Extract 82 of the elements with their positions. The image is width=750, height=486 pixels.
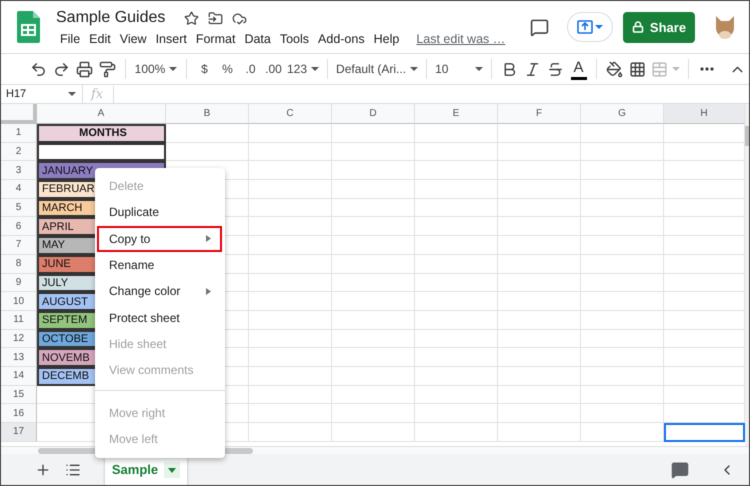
column-header[interactable]: E — [415, 104, 498, 124]
name-box[interactable]: H17 — [1, 85, 83, 103]
merge-icon — [651, 60, 668, 78]
caret-icon — [164, 462, 180, 478]
row-header[interactable]: 11 — [1, 310, 37, 330]
row-header[interactable]: 12 — [1, 330, 37, 348]
row-header[interactable]: 4 — [1, 180, 37, 199]
column-header[interactable]: D — [332, 104, 415, 124]
menu-item[interactable]: File — [56, 32, 86, 46]
last-edit-link[interactable]: Last edit was … — [416, 32, 506, 46]
row-header[interactable]: 7 — [1, 236, 37, 255]
comments-icon[interactable] — [530, 18, 549, 36]
add-sheet-button[interactable] — [35, 462, 51, 478]
column-header[interactable]: G — [581, 104, 664, 124]
folder-icon[interactable] — [208, 10, 224, 26]
paint-bucket-icon — [606, 60, 624, 78]
row-header[interactable]: 14 — [1, 366, 37, 386]
selected-cell[interactable] — [664, 423, 745, 442]
present-icon — [577, 20, 593, 34]
column-header[interactable]: H — [664, 104, 745, 124]
document-title[interactable]: Sample Guides — [56, 9, 166, 27]
caret-icon — [672, 67, 680, 71]
font-dropdown[interactable]: Default (Ari... — [334, 56, 420, 82]
decrease-decimal-button[interactable]: .0 — [239, 56, 262, 82]
row-header[interactable]: 3 — [1, 161, 37, 180]
row-header[interactable]: 10 — [1, 292, 37, 311]
caret-icon — [169, 67, 178, 71]
row-header[interactable]: 5 — [1, 198, 37, 218]
caret-icon — [410, 67, 418, 71]
row-header[interactable]: 8 — [1, 254, 37, 274]
row-header[interactable]: 15 — [1, 386, 37, 404]
grid-icon — [629, 60, 646, 78]
scrollbar-thumb[interactable] — [745, 126, 749, 146]
strikethrough-icon — [547, 60, 564, 78]
sheets-logo[interactable] — [17, 11, 40, 43]
list-icon — [65, 462, 81, 478]
font-size-dropdown[interactable]: 10 — [433, 56, 486, 82]
menu-item[interactable]: Edit — [85, 32, 116, 46]
caret-icon — [311, 67, 320, 71]
menu-item[interactable]: Data — [240, 32, 276, 46]
present-button[interactable] — [567, 12, 613, 42]
menu-item[interactable]: Format — [192, 32, 240, 46]
menu-item[interactable]: Tools — [276, 32, 314, 46]
column-header[interactable]: F — [498, 104, 581, 124]
plus-icon — [35, 462, 51, 478]
text-color-button[interactable]: A — [567, 56, 590, 82]
column-header[interactable]: C — [249, 104, 332, 124]
more-icon — [700, 67, 714, 71]
header-cell: MONTHS — [37, 124, 166, 143]
row-header[interactable]: 1 — [1, 124, 37, 143]
star-icon[interactable] — [184, 10, 200, 26]
undo-icon — [30, 60, 47, 78]
caret-icon — [475, 67, 484, 71]
currency-button[interactable]: $ — [193, 56, 216, 82]
menu-item[interactable]: Add-ons — [314, 32, 370, 46]
increase-decimal-button[interactable]: .00 — [262, 56, 285, 82]
menu-item[interactable]: View — [116, 32, 152, 46]
menu-item[interactable]: Help — [370, 32, 404, 46]
number-format-dropdown[interactable]: 123 — [285, 56, 322, 82]
lock-icon — [632, 21, 644, 33]
zoom-dropdown[interactable]: 100% — [132, 56, 180, 82]
paint-roller-icon — [99, 60, 116, 78]
formula-label: fx — [91, 86, 104, 102]
redo-icon — [53, 60, 70, 78]
column-header[interactable]: A — [37, 104, 166, 124]
all-sheets-button[interactable] — [65, 462, 81, 478]
row-header[interactable]: 9 — [1, 274, 37, 292]
context-menu-item[interactable]: Copy to — [97, 226, 222, 252]
percent-button[interactable]: % — [216, 56, 239, 82]
caret-icon — [68, 92, 76, 96]
row-header[interactable]: 6 — [1, 217, 37, 236]
row-header[interactable]: 2 — [1, 142, 37, 162]
caret-icon — [595, 25, 603, 29]
cloud-icon[interactable] — [232, 10, 248, 26]
column-header[interactable]: B — [166, 104, 249, 124]
avatar-icon[interactable] — [713, 14, 737, 40]
row-header[interactable]: 17 — [1, 423, 37, 442]
row-header[interactable]: 13 — [1, 348, 37, 367]
printer-icon — [76, 60, 93, 78]
row-header[interactable]: 16 — [1, 404, 37, 423]
menu-item[interactable]: Insert — [152, 32, 192, 46]
share-button[interactable]: Share — [623, 12, 695, 42]
